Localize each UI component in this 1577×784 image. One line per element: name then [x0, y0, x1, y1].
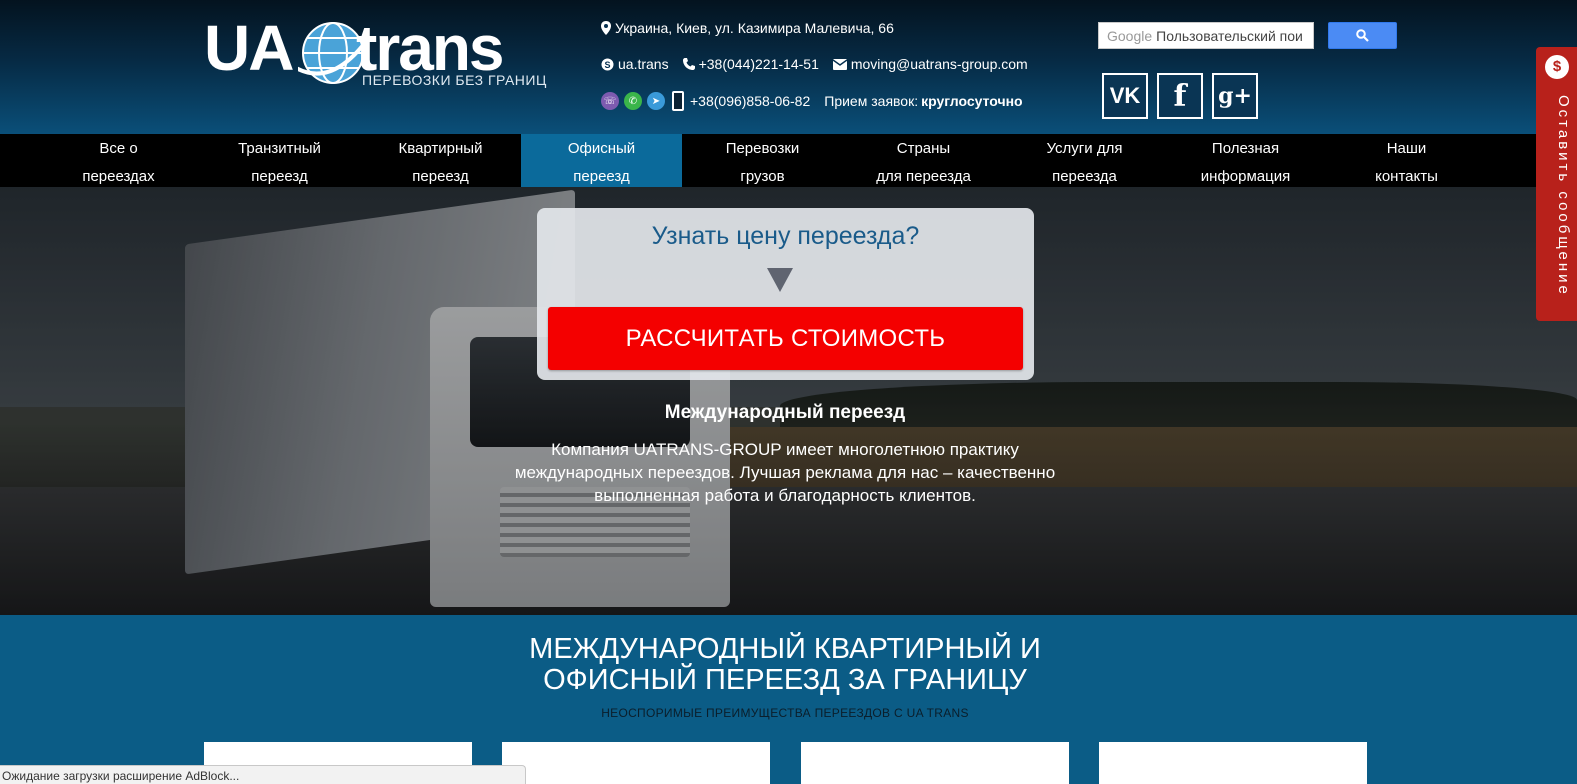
whatsapp-icon[interactable]: ✆: [624, 92, 642, 110]
google-plus-label: g+: [1218, 83, 1252, 109]
google-brand: Google: [1107, 28, 1153, 44]
telegram-icon[interactable]: ➤: [647, 92, 665, 110]
address-row: Украина, Киев, ул. Казимира Малевича, 66: [601, 20, 894, 36]
nav-item-useful-info[interactable]: Полезная информация: [1165, 134, 1326, 187]
leave-message-label: Оставить сообщение: [1555, 95, 1572, 297]
section-title: МЕЖДУНАРОДНЫЙ КВАРТИРНЫЙ И ОФИСНЫЙ ПЕРЕЕ…: [529, 633, 1041, 696]
logo-ua-text: UA: [204, 12, 294, 84]
hero-description: Компания UATRANS-GROUP имеет многолетнюю…: [514, 440, 1056, 505]
nav-item-services[interactable]: Услуги для переезда: [1004, 134, 1165, 187]
email-link[interactable]: moving@uatrans-group.com: [851, 56, 1028, 72]
nav-item-all-about-moving[interactable]: Все о переездах: [38, 134, 199, 187]
browser-status-bar: Ожидание загрузки расширение AdBlock...: [0, 765, 526, 784]
phone-link-2[interactable]: +38(096)858-06-82: [690, 93, 810, 109]
search-button[interactable]: [1328, 22, 1397, 49]
viber-icon[interactable]: ☏: [601, 92, 619, 110]
skype-icon: S: [601, 58, 614, 71]
quote-question: Узнать цену переезда?: [651, 222, 920, 250]
logo-tagline: ПЕРЕВОЗКИ БЕЗ ГРАНИЦ: [362, 72, 547, 88]
chat-bubble-icon: $: [1545, 55, 1569, 79]
envelope-icon: [832, 58, 847, 70]
map-marker-icon: [601, 21, 611, 35]
advantage-card: [502, 742, 770, 784]
calculate-cost-button[interactable]: РАССЧИТАТЬ СТОИМОСТЬ: [548, 307, 1023, 370]
search-placeholder: Пользовательский пои: [1156, 28, 1303, 44]
advantage-card: [1099, 742, 1367, 784]
facebook-label: f: [1173, 78, 1187, 114]
arrow-down-icon: [767, 268, 793, 292]
phone-icon: [682, 58, 695, 70]
hero-title: Международный переезд: [664, 402, 906, 423]
main-nav: Все о переездах Транзитный переезд Квартир…: [0, 134, 1577, 187]
nav-item-apartment-move[interactable]: Квартирный переезд: [360, 134, 521, 187]
google-plus-icon[interactable]: g+: [1212, 73, 1258, 119]
address-text: Украина, Киев, ул. Казимира Малевича, 66: [615, 20, 894, 36]
vk-icon[interactable]: vk: [1102, 73, 1148, 119]
nav-item-countries[interactable]: Страны для переезда: [843, 134, 1004, 187]
phone-link-1[interactable]: +38(044)221-14-51: [699, 56, 819, 72]
nav-item-office-move[interactable]: Офисный переезд: [521, 134, 682, 187]
hours-label: Прием заявок:: [824, 93, 919, 109]
mobile-phone-icon: [672, 91, 684, 111]
nav-item-cargo[interactable]: Перевозки грузов: [682, 134, 843, 187]
vk-label: vk: [1109, 83, 1141, 108]
nav-item-transit-move[interactable]: Транзитный переезд: [199, 134, 360, 187]
search-icon: [1356, 29, 1369, 42]
svg-text:S: S: [604, 60, 610, 70]
contacts-row: S ua.trans +38(044)221-14-51 moving@uatr…: [601, 56, 1028, 72]
section-subtitle: НЕОСПОРИМЫЕ ПРЕИМУЩЕСТВА ПЕРЕЕЗДОВ С UA …: [601, 706, 969, 720]
leave-message-tab[interactable]: $ Оставить сообщение: [1536, 47, 1577, 321]
advantage-card: [801, 742, 1069, 784]
facebook-icon[interactable]: f: [1157, 73, 1203, 119]
search-input[interactable]: Google Пользовательский пои: [1098, 22, 1314, 49]
hours-value: круглосуточно: [921, 93, 1023, 109]
nav-item-contacts[interactable]: Наши контакты: [1326, 134, 1487, 187]
skype-link[interactable]: ua.trans: [618, 56, 669, 72]
messengers-row: ☏ ✆ ➤ +38(096)858-06-82 Прием заявок: кр…: [601, 91, 1023, 111]
site-header: UA trans ПЕРЕВОЗКИ БЕЗ ГРАНИЦ Украина, К…: [0, 0, 1577, 134]
site-logo[interactable]: UA trans ПЕРЕВОЗКИ БЕЗ ГРАНИЦ: [204, 12, 546, 92]
